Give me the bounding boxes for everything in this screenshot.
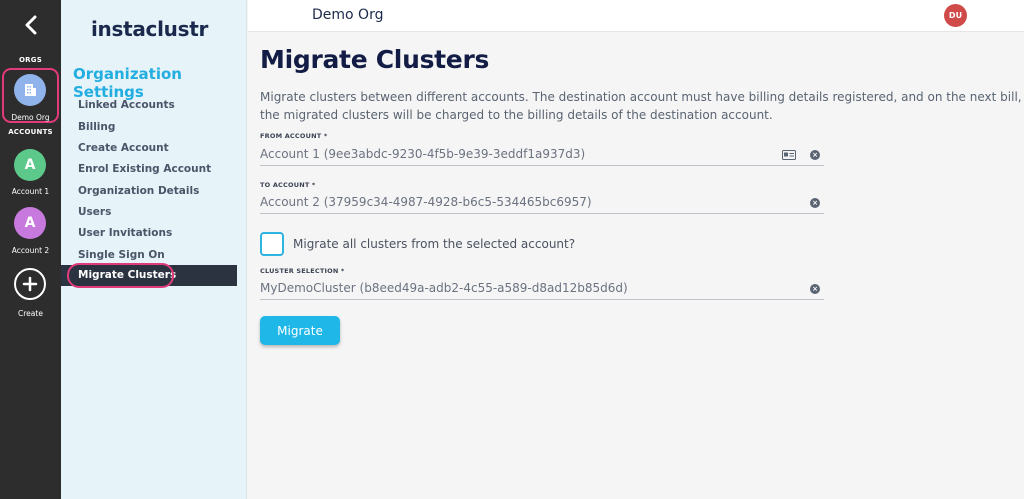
- nav-single-sign-on[interactable]: Single Sign On: [78, 249, 165, 261]
- account-initial: A: [24, 157, 36, 173]
- settings-sidebar: instaclustr Organization Settings Linked…: [61, 0, 247, 499]
- to-account-label: TO ACCOUNT *: [260, 181, 316, 189]
- accounts-label: ACCOUNTS: [8, 128, 53, 136]
- create-label: Create: [18, 309, 43, 318]
- migrate-all-label: Migrate all clusters from the selected a…: [293, 237, 576, 251]
- page-title: Migrate Clusters: [260, 45, 490, 74]
- clear-icon[interactable]: ×: [810, 284, 820, 294]
- orgs-label: ORGS: [19, 56, 42, 64]
- from-account-value: Account 1 (9ee3abdc-9230-4f5b-9e39-3eddf…: [260, 147, 586, 161]
- migrate-button[interactable]: Migrate: [260, 316, 340, 345]
- clear-icon[interactable]: ×: [810, 150, 820, 160]
- cluster-selection-value: MyDemoCluster (b8eed49a-adb2-4c55-a589-d…: [260, 281, 628, 295]
- page-description: Migrate clusters between different accou…: [260, 90, 1022, 122]
- nav-create-account[interactable]: Create Account: [78, 142, 169, 154]
- nav-enrol-existing-account[interactable]: Enrol Existing Account: [78, 163, 211, 175]
- to-account-select[interactable]: Account 2 (37959c34-4987-4928-b6c5-53446…: [260, 192, 824, 214]
- org-name-label: Demo Org: [11, 113, 50, 122]
- user-avatar[interactable]: DU: [944, 4, 967, 27]
- org-switcher-demo-org[interactable]: [14, 74, 46, 106]
- top-header: Demo Org DU: [248, 0, 1024, 32]
- nav-organization-details[interactable]: Organization Details: [78, 185, 199, 197]
- to-account-value: Account 2 (37959c34-4987-4928-b6c5-53446…: [260, 195, 592, 209]
- instaclustr-logo: instaclustr: [91, 17, 209, 41]
- from-account-label: FROM ACCOUNT *: [260, 132, 328, 140]
- plus-icon: [22, 276, 38, 292]
- nav-highlight-ring: [67, 263, 174, 288]
- header-org-name: Demo Org: [312, 7, 384, 23]
- cluster-selection-select[interactable]: MyDemoCluster (b8eed49a-adb2-4c55-a589-d…: [260, 278, 824, 300]
- chevron-left-icon: [25, 15, 37, 35]
- nav-user-invitations[interactable]: User Invitations: [78, 227, 172, 239]
- account-initial: A: [24, 215, 36, 231]
- from-account-select[interactable]: Account 1 (9ee3abdc-9230-4f5b-9e39-3eddf…: [260, 144, 824, 166]
- account-rail: ORGS Demo Org ACCOUNTS A Account 1 A Acc…: [0, 0, 61, 499]
- nav-billing[interactable]: Billing: [78, 121, 115, 133]
- back-button[interactable]: [18, 12, 44, 38]
- account-switcher-2[interactable]: A: [14, 207, 46, 239]
- account-2-label: Account 2: [11, 246, 50, 255]
- cluster-selection-label: CLUSTER SELECTION *: [260, 267, 345, 275]
- sidebar-title: Organization Settings: [73, 65, 182, 101]
- account-1-label: Account 1: [11, 187, 50, 196]
- create-button[interactable]: [14, 268, 46, 300]
- main-content: Migrate Clusters Migrate clusters betwee…: [248, 33, 1024, 499]
- id-card-icon[interactable]: [782, 150, 796, 160]
- clear-icon[interactable]: ×: [810, 198, 820, 208]
- migrate-all-checkbox[interactable]: [260, 232, 284, 256]
- nav-linked-accounts[interactable]: Linked Accounts: [78, 99, 175, 111]
- nav-users[interactable]: Users: [78, 206, 111, 218]
- account-switcher-1[interactable]: A: [14, 149, 46, 181]
- building-icon: [25, 84, 36, 96]
